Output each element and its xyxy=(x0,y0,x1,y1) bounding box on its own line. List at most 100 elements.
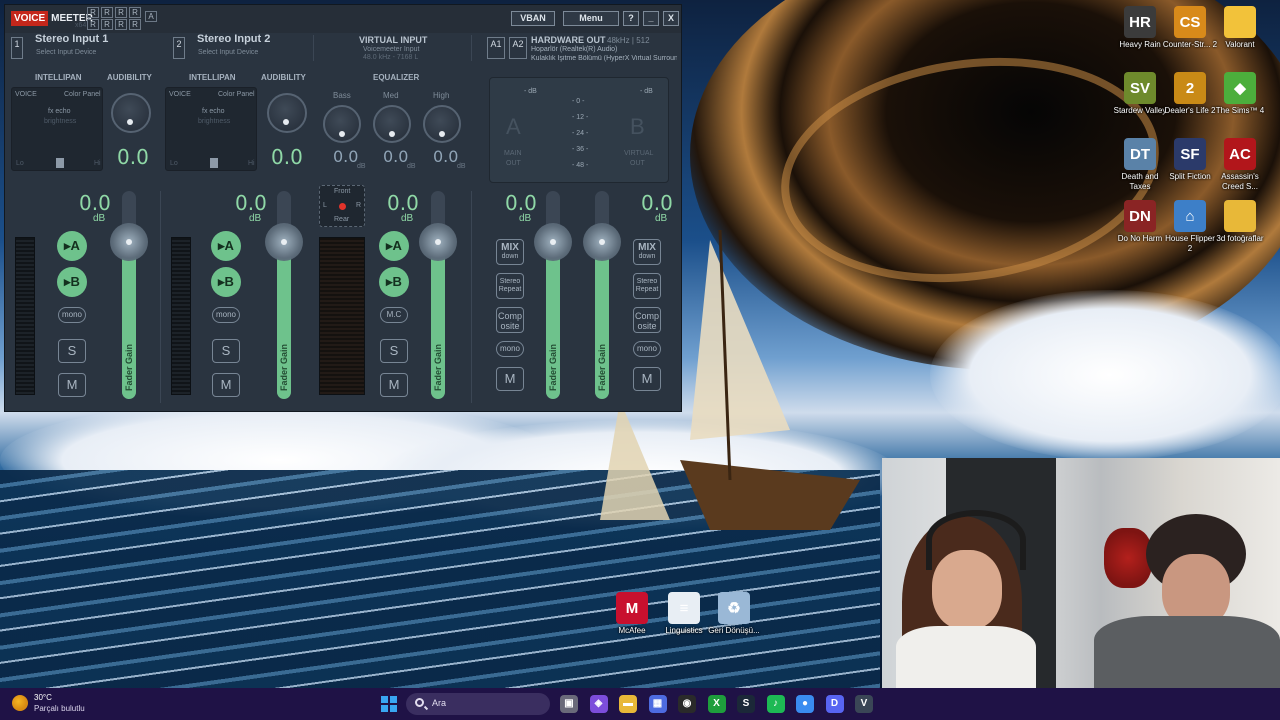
desktop-icon[interactable]: 2 Dealer's Life 2 xyxy=(1162,72,1218,116)
strip-2-bus-a-button[interactable]: ▸A xyxy=(211,231,241,261)
desktop-icon[interactable]: ◆ The Sims™ 4 xyxy=(1212,72,1268,116)
bus-2-mixdown-button[interactable]: MIX down xyxy=(633,239,661,265)
voicemeeter-titlebar[interactable]: VOICE MEETER x64 RRRRARRRR VBAN Menu ? _… xyxy=(5,5,681,33)
desktop-icon[interactable]: ♻ Geri Dönüşü... xyxy=(706,592,762,636)
webcam-person-left-body xyxy=(896,626,1036,688)
bus-2-mono-button[interactable]: mono xyxy=(633,341,661,357)
strip-1-number[interactable]: 1 xyxy=(11,37,23,59)
help-button[interactable]: ? xyxy=(623,11,639,26)
strip-1-mute-button[interactable]: M xyxy=(58,373,86,397)
virtual-bus-a-button[interactable]: ▸A xyxy=(379,231,409,261)
strip-2-pan-cursor[interactable] xyxy=(210,158,218,168)
bus-2-stereo-repeat-button[interactable]: Stereo Repeat xyxy=(633,273,661,299)
r-box: R xyxy=(87,19,99,30)
desktop-icon[interactable]: DN Do No Harm xyxy=(1112,200,1168,244)
strip-1-solo-button[interactable]: S xyxy=(58,339,86,363)
bus-1-mix-label: MIX xyxy=(501,242,519,253)
desktop-icon[interactable]: CS Counter-Str... 2 xyxy=(1162,6,1218,50)
taskbar-app-xbox-icon[interactable]: X xyxy=(707,695,726,713)
strip-2-device[interactable]: Select Input Device xyxy=(198,49,258,56)
minimize-button[interactable]: _ xyxy=(643,11,659,26)
desktop-icon[interactable]: M McAfee xyxy=(604,592,660,636)
strip-2-intellipan-panel[interactable]: VOICE Color Panel fx echo brightness Lo … xyxy=(165,87,257,171)
taskbar-search[interactable]: Ara xyxy=(406,693,550,715)
strip-1-intellipan-panel[interactable]: VOICE Color Panel fx echo brightness Lo … xyxy=(11,87,103,171)
strip-2-fader[interactable]: Fader Gain xyxy=(265,191,303,399)
strip-separator xyxy=(471,191,472,403)
bus-2-mute-button[interactable]: M xyxy=(633,367,661,391)
taskbar-app-voicemeeter-tray-icon[interactable]: V xyxy=(855,695,873,713)
strip-2-bus-b-button[interactable]: ▸B xyxy=(211,267,241,297)
strip-1-pan-cursor[interactable] xyxy=(56,158,64,168)
strip-2-mono-button[interactable]: mono xyxy=(212,307,240,323)
vban-button[interactable]: VBAN xyxy=(511,11,555,26)
bus-2-fader[interactable]: Fader Gain xyxy=(583,191,621,399)
surround-panner[interactable]: Front Rear L R xyxy=(319,185,365,227)
hw-main-letter: A xyxy=(506,114,521,139)
taskbar-app-steam-icon[interactable]: S xyxy=(737,695,755,713)
virtual-fader[interactable]: Fader Gain xyxy=(419,191,457,399)
bus-2-composite-button[interactable]: Comp osite xyxy=(633,307,661,333)
voicemeeter-window[interactable]: VOICE MEETER x64 RRRRARRRR VBAN Menu ? _… xyxy=(4,4,682,412)
virtual-solo-button[interactable]: S xyxy=(380,339,408,363)
strip-2-gain-value: 0.0 xyxy=(235,191,267,215)
strip-1-fader[interactable]: Fader Gain xyxy=(110,191,148,399)
bus-1-mono-button[interactable]: mono xyxy=(496,341,524,357)
strip-1-mono-button[interactable]: mono xyxy=(58,307,86,323)
virtual-mc-button[interactable]: M.C xyxy=(380,307,408,323)
weather-sun-icon xyxy=(12,695,28,711)
desktop-icon[interactable]: DT Death and Taxes xyxy=(1112,138,1168,192)
bus-1-fader-handle[interactable] xyxy=(534,223,572,261)
desktop-icon[interactable]: HR Heavy Rain xyxy=(1112,6,1168,50)
desktop-icon[interactable]: SV Stardew Valley xyxy=(1112,72,1168,116)
desktop-icon[interactable]: AC Assassin's Creed S... xyxy=(1212,138,1268,192)
eq-med-knob[interactable] xyxy=(373,105,411,143)
strip-2-mute-button[interactable]: M xyxy=(212,373,240,397)
strip-2-audibility-knob[interactable] xyxy=(267,93,307,133)
desktop-icon[interactable]: ⌂ House Flipper 2 xyxy=(1162,200,1218,254)
taskbar-app-spotify-icon[interactable]: ♪ xyxy=(766,695,785,713)
bus-1-mixdown-button[interactable]: MIX down xyxy=(496,239,524,265)
eq-bass-knob[interactable] xyxy=(323,105,361,143)
hw-out-line2[interactable]: Kulaklık İşitme Bölümü (HyperX Virtual S… xyxy=(531,55,677,62)
bus-1-fader[interactable]: Fader Gain xyxy=(534,191,572,399)
bus-1-mute-button[interactable]: M xyxy=(496,367,524,391)
hw-a2-button[interactable]: A2 xyxy=(509,37,527,59)
hw-out-line1[interactable]: Hoparlör (Realtek(R) Audio) xyxy=(531,46,617,53)
desktop-icon[interactable]: Valorant xyxy=(1212,6,1268,50)
bus-2-fader-handle[interactable] xyxy=(583,223,621,261)
strip-1-name[interactable]: Stereo Input 1 xyxy=(35,33,108,45)
menu-button[interactable]: Menu xyxy=(563,11,619,26)
desktop-icon[interactable]: ≡ Linguistics xyxy=(656,592,712,636)
desktop-icon[interactable]: SF Split Fiction xyxy=(1162,138,1218,182)
strip-1-bus-a-button[interactable]: ▸A xyxy=(57,231,87,261)
desktop-icon-glyph xyxy=(1224,200,1256,232)
eq-high-knob[interactable] xyxy=(423,105,461,143)
strip-2-number[interactable]: 2 xyxy=(173,37,185,59)
bus-1-composite-button[interactable]: Comp osite xyxy=(496,307,524,333)
strip-2-solo-button[interactable]: S xyxy=(212,339,240,363)
strip-1-fader-handle[interactable] xyxy=(110,223,148,261)
strip-2-fader-handle[interactable] xyxy=(265,223,303,261)
taskbar-app-file-explorer-icon[interactable]: ▬ xyxy=(619,695,637,713)
taskbar-app-store-icon[interactable]: ▦ xyxy=(648,695,667,713)
desktop-icon[interactable]: 3d fotoğraflar xyxy=(1212,200,1268,244)
start-windows-icon[interactable] xyxy=(381,696,397,712)
virtual-mute-button[interactable]: M xyxy=(380,373,408,397)
hw-a1-button[interactable]: A1 xyxy=(487,37,505,59)
taskbar-app-discord-icon[interactable]: D xyxy=(825,695,844,713)
strip-separator xyxy=(160,191,161,403)
close-button[interactable]: X xyxy=(663,11,679,26)
taskbar-app-chrome-icon[interactable]: ● xyxy=(796,695,814,713)
surround-cursor[interactable] xyxy=(339,203,346,210)
taskbar-app-obs-icon[interactable]: ◉ xyxy=(678,695,696,713)
virtual-fader-handle[interactable] xyxy=(419,223,457,261)
taskbar-app-task-view-icon[interactable]: ▣ xyxy=(560,695,578,713)
virtual-bus-b-button[interactable]: ▸B xyxy=(379,267,409,297)
taskbar-app-copilot-icon[interactable]: ◈ xyxy=(589,695,608,713)
strip-1-device[interactable]: Select Input Device xyxy=(36,49,96,56)
strip-1-audibility-knob[interactable] xyxy=(111,93,151,133)
strip-1-bus-b-button[interactable]: ▸B xyxy=(57,267,87,297)
strip-2-name[interactable]: Stereo Input 2 xyxy=(197,33,270,45)
bus-1-stereo-repeat-button[interactable]: Stereo Repeat xyxy=(496,273,524,299)
